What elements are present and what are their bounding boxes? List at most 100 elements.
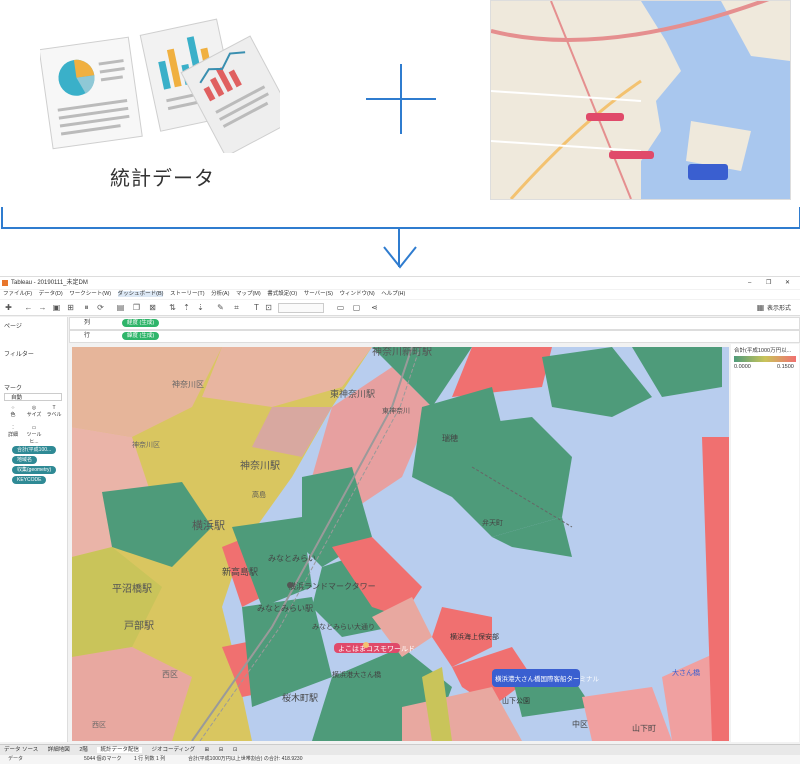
- toolbar: ✚ ← → ▣ ⊞ ⏸ ⟳ ▤ ❐ ⊠ ⇅ ⇡ ⇣ ✎ ⌗ T ⊡ ▭ ▢ ⋖ …: [0, 300, 800, 316]
- add-datasource-icon[interactable]: ⊞: [66, 303, 75, 312]
- label-button-label: ラベル: [46, 412, 62, 418]
- map-label-cosmo: よこはまコスモワールド: [338, 645, 415, 653]
- map-label-yamashita: 山下町: [632, 723, 656, 733]
- mark-type-select[interactable]: 自動: [4, 393, 62, 401]
- menu-server[interactable]: サーバー(S): [304, 291, 333, 297]
- color-button[interactable]: ⁘ 色: [6, 405, 20, 418]
- menu-format[interactable]: 書式設定(O): [267, 291, 297, 297]
- marks-label: マーク: [4, 386, 23, 392]
- map-label-coast-guard: 横浜海上保安部: [450, 632, 499, 641]
- map-label-higashi-kanagawa: 東神奈川駅: [330, 388, 375, 399]
- menu-data[interactable]: データ(D): [39, 291, 63, 297]
- menu-bar: ファイル(F) データ(D) ワークシート(W) ダッシュボード(B) ストーリ…: [0, 290, 800, 299]
- close-button[interactable]: ✕: [785, 277, 790, 289]
- forward-icon[interactable]: →: [38, 303, 47, 312]
- rows-shelf[interactable]: 行 緯度 (生成): [69, 330, 800, 343]
- new-sheet-tab-icon[interactable]: ⊞: [205, 747, 210, 753]
- marks-pill-region[interactable]: 地域名: [12, 456, 38, 464]
- map-thumbnail: [490, 0, 791, 200]
- columns-pill[interactable]: 経度 (生成): [122, 319, 160, 327]
- new-dashboard-tab-icon[interactable]: ⊟: [219, 747, 224, 753]
- legend-title: 合計(平成1000万円以...: [734, 348, 792, 354]
- show-me-button[interactable]: 表示形式: [767, 303, 791, 312]
- map-label-yokohama: 横浜駅: [192, 518, 225, 532]
- clear-icon[interactable]: ⊠: [148, 303, 157, 312]
- title-bar: Tableau - 20190111_未定DM – ❐ ✕: [0, 277, 800, 289]
- legend-min: 0.0000: [734, 364, 751, 370]
- menu-help[interactable]: ヘルプ(H): [381, 291, 405, 297]
- sort-desc-icon[interactable]: ⇣: [196, 303, 205, 312]
- plus-icon: [366, 64, 436, 134]
- tab-detail-map[interactable]: 詳細地図: [48, 747, 70, 753]
- size-button-label: サイズ: [26, 412, 42, 418]
- map-label-takashima: 高島: [252, 490, 266, 499]
- marks-pill-keycode[interactable]: KEYCODE: [12, 476, 47, 484]
- group-icon[interactable]: ⌗: [232, 303, 241, 312]
- map-label-tobe: 戸部駅: [124, 619, 154, 632]
- map-label-minatomirai-station: みなとみらい駅: [257, 604, 313, 613]
- chevron-down-icon: [383, 246, 417, 269]
- map-label-minatomirai-road: みなとみらい大通り: [312, 622, 375, 631]
- tableau-window: Tableau - 20190111_未定DM – ❐ ✕ ファイル(F) デー…: [0, 276, 800, 764]
- save-icon[interactable]: ▣: [52, 303, 61, 312]
- menu-worksheet[interactable]: ワークシート(W): [69, 291, 111, 297]
- menu-file[interactable]: ファイル(F): [3, 291, 32, 297]
- detail-button[interactable]: ⁚ 詳細: [6, 425, 20, 438]
- tab-stats-delivery[interactable]: 統計データ配信: [97, 747, 142, 753]
- menu-dashboard[interactable]: ダッシュボード(B): [117, 291, 164, 297]
- tab-geocoding[interactable]: ジオコーディング: [151, 747, 195, 753]
- map-label-yamashita-park: 山下公園: [502, 696, 530, 705]
- new-sheet-icon[interactable]: ▤: [116, 303, 125, 312]
- window-title: Tableau - 20190111_未定DM: [11, 280, 88, 286]
- menu-story[interactable]: ストーリー(T): [170, 291, 205, 297]
- marks-pill-geometry[interactable]: 収集(geometry): [12, 466, 57, 474]
- tab-floor-2[interactable]: 2階: [79, 747, 88, 753]
- back-icon[interactable]: ←: [24, 303, 33, 312]
- columns-label: 列: [84, 320, 91, 326]
- minimize-button[interactable]: –: [748, 277, 751, 289]
- duplicate-icon[interactable]: ❐: [132, 303, 141, 312]
- map-label-minatomirai: みなとみらい: [268, 554, 316, 563]
- map-label-mizuho: 瑞穂: [442, 433, 458, 443]
- highlight-icon[interactable]: ✎: [216, 303, 225, 312]
- map-label-kanagawa-shinmachi: 神奈川新町駅: [372, 347, 432, 358]
- map-label-hiranuma: 平沼橋駅: [112, 582, 152, 595]
- tooltip-button[interactable]: ▭ ツールヒ...: [24, 425, 44, 445]
- color-legend: 合計(平成1000万円以... 0.0000 0.1500: [731, 344, 799, 742]
- columns-shelf[interactable]: 列 経度 (生成): [69, 317, 800, 330]
- rows-pill[interactable]: 緯度 (生成): [122, 332, 160, 340]
- fix-axes-icon[interactable]: ⊡: [264, 303, 273, 312]
- menu-window[interactable]: ウィンドウ(N): [340, 291, 375, 297]
- new-story-tab-icon[interactable]: ⊡: [233, 747, 238, 753]
- map-label-benten: 弁天町: [482, 518, 503, 527]
- map-label-osanbashi: 横浜港大さん橋国際客船ターミナル: [495, 674, 600, 683]
- share-icon[interactable]: ⋖: [370, 303, 379, 312]
- refresh-icon[interactable]: ⟳: [96, 303, 105, 312]
- size-button[interactable]: ◎ サイズ: [26, 405, 42, 418]
- maximize-button[interactable]: ❐: [766, 277, 771, 289]
- presentation-icon[interactable]: ▭: [336, 303, 345, 312]
- menu-analysis[interactable]: 分析(A): [211, 291, 229, 297]
- tableau-logo-icon: [2, 280, 8, 286]
- device-preview-icon[interactable]: ▢: [352, 303, 361, 312]
- fit-select[interactable]: [278, 303, 324, 313]
- sort-asc-icon[interactable]: ⇡: [182, 303, 191, 312]
- swap-icon[interactable]: ⇅: [168, 303, 177, 312]
- label-button[interactable]: T ラベル: [46, 405, 62, 418]
- tableau-home-icon[interactable]: ✚: [4, 303, 13, 312]
- map-label-landmark: 横浜ランドマークタワー: [288, 581, 376, 591]
- map-label-naka-ward: 中区: [572, 719, 588, 729]
- landmark-pin-icon[interactable]: [287, 582, 293, 588]
- map-label-kanagawa-ward: 神奈川区: [172, 379, 204, 389]
- map-label-nishi-ward-2: 西区: [92, 721, 106, 729]
- show-me-icon[interactable]: ▦: [756, 303, 765, 312]
- map-label-osanbashi-pier: 横浜港大さん橋: [332, 670, 381, 679]
- menu-map[interactable]: マップ(M): [236, 291, 261, 297]
- pause-icon[interactable]: ⏸: [82, 303, 91, 312]
- choropleth-map[interactable]: 神奈川新町駅 東神奈川駅 神奈川駅 横浜駅 新高島駅 みなとみらい みなとみらい…: [72, 347, 729, 741]
- map-label-nishi-ward: 西区: [162, 670, 178, 679]
- tab-data-source[interactable]: データ ソース: [4, 747, 38, 753]
- marks-pill-color[interactable]: 合計(平成100...: [12, 446, 57, 454]
- statistics-documents-icon: [40, 18, 280, 153]
- label-icon[interactable]: T: [252, 303, 261, 312]
